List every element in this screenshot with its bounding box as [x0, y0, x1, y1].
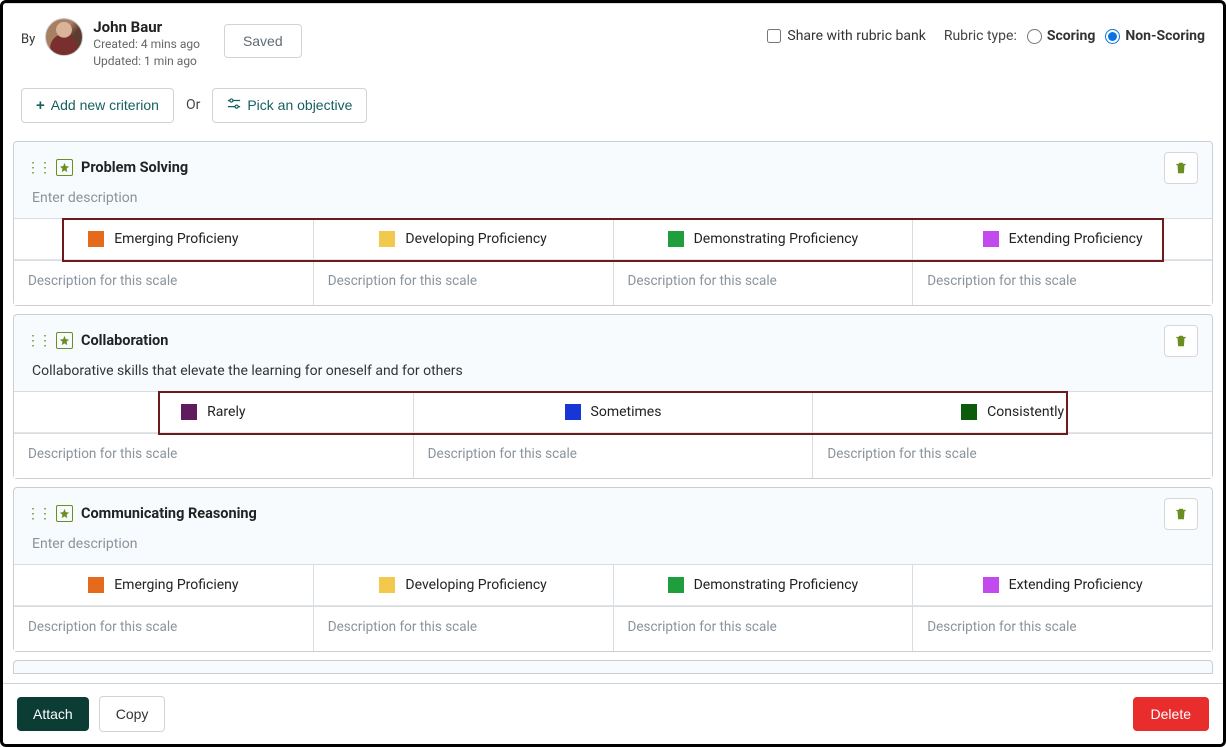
- non-scoring-label: Non-Scoring: [1125, 28, 1205, 44]
- color-swatch: [983, 231, 999, 247]
- scale-label: Rarely: [207, 404, 245, 420]
- scale-description[interactable]: Description for this scale: [614, 261, 913, 305]
- add-criterion-button[interactable]: + Add new criterion: [21, 88, 174, 123]
- criterion-description[interactable]: Enter description: [14, 530, 1212, 564]
- drag-handle-icon[interactable]: ⋮⋮: [26, 160, 50, 176]
- scale-header[interactable]: Extending Proficiency: [913, 219, 1212, 260]
- non-scoring-radio[interactable]: Non-Scoring: [1105, 28, 1205, 44]
- or-label: Or: [186, 97, 200, 113]
- criterion-card: ⋮⋮ Collaboration Collaborative skills that…: [13, 314, 1213, 479]
- color-swatch: [88, 231, 104, 247]
- scale-label: Developing Proficiency: [405, 577, 546, 593]
- scoring-label: Scoring: [1047, 28, 1096, 44]
- criterion-description[interactable]: Collaborative skills that elevate the le…: [14, 357, 1212, 391]
- plus-icon: +: [36, 97, 45, 114]
- by-label: By: [21, 32, 35, 47]
- delete-criterion-button[interactable]: [1164, 325, 1198, 357]
- criterion-title[interactable]: Collaboration: [81, 332, 168, 349]
- author-name: John Baur: [93, 18, 200, 36]
- color-swatch: [983, 577, 999, 593]
- scale-description[interactable]: Description for this scale: [14, 261, 313, 305]
- color-swatch: [379, 231, 395, 247]
- color-swatch: [88, 577, 104, 593]
- scale-description[interactable]: Description for this scale: [314, 261, 613, 305]
- copy-button[interactable]: Copy: [99, 696, 166, 732]
- color-swatch: [379, 577, 395, 593]
- color-swatch: [181, 404, 197, 420]
- criterion-card: ⋮⋮Problem SolvingEnter descriptionEmergi…: [13, 141, 1213, 306]
- add-criterion-label: Add new criterion: [51, 97, 159, 113]
- star-icon[interactable]: [56, 159, 73, 176]
- scale-header[interactable]: Emerging Proficieny: [14, 565, 313, 606]
- scale-label: Consistently: [987, 404, 1064, 420]
- scoring-radio[interactable]: Scoring: [1027, 28, 1096, 44]
- scale-description[interactable]: Description for this scale: [14, 607, 313, 651]
- scale-description[interactable]: Description for this scale: [913, 607, 1212, 651]
- pick-objective-label: Pick an objective: [247, 97, 352, 113]
- scale-header[interactable]: Developing Proficiency: [314, 219, 613, 260]
- rubric-type-label: Rubric type:: [944, 28, 1017, 44]
- scale-header[interactable]: Consistently: [813, 392, 1212, 433]
- scale-label: Demonstrating Proficiency: [694, 577, 859, 593]
- non-scoring-radio-input[interactable]: [1105, 29, 1120, 44]
- color-swatch: [668, 231, 684, 247]
- delete-button[interactable]: Delete: [1133, 697, 1209, 731]
- scale-header-row: Emerging Proficieny Developing Proficienc…: [14, 218, 1212, 260]
- scale-label: Developing Proficiency: [405, 231, 546, 247]
- scale-header-row: Emerging Proficieny Developing Proficienc…: [14, 564, 1212, 606]
- scale-label: Extending Proficiency: [1009, 577, 1143, 593]
- criterion-card: ⋮⋮ Communicating Reasoning Enter descripti…: [13, 487, 1213, 652]
- color-swatch: [668, 577, 684, 593]
- scale-label: Emerging Proficieny: [114, 577, 238, 593]
- scale-label: Demonstrating Proficiency: [694, 231, 859, 247]
- criterion-title[interactable]: Communicating Reasoning: [81, 505, 257, 522]
- saved-button[interactable]: Saved: [224, 24, 302, 58]
- scale-header[interactable]: Extending Proficiency: [913, 565, 1212, 606]
- scale-description[interactable]: Description for this scale: [614, 607, 913, 651]
- scale-description[interactable]: Description for this scale: [314, 607, 613, 651]
- share-rubric-checkbox[interactable]: Share with rubric bank: [767, 28, 925, 44]
- scoring-radio-input[interactable]: [1027, 29, 1042, 44]
- attach-button[interactable]: Attach: [17, 697, 89, 731]
- scale-label: Emerging Proficieny: [114, 231, 238, 247]
- star-icon[interactable]: [56, 505, 73, 522]
- color-swatch: [961, 404, 977, 420]
- scale-header[interactable]: Rarely: [14, 392, 413, 433]
- avatar: [45, 18, 83, 56]
- scale-header[interactable]: Emerging Proficieny: [14, 219, 313, 260]
- star-icon[interactable]: [56, 332, 73, 349]
- criterion-title[interactable]: Problem Solving: [81, 159, 188, 176]
- criterion-description[interactable]: Enter description: [14, 184, 1212, 218]
- created-time: Created: 4 mins ago: [93, 36, 200, 53]
- drag-handle-icon[interactable]: ⋮⋮: [26, 333, 50, 349]
- sliders-icon: [227, 97, 241, 114]
- delete-criterion-button[interactable]: [1164, 498, 1198, 530]
- delete-criterion-button[interactable]: [1164, 152, 1198, 184]
- scale-label: Sometimes: [591, 404, 662, 420]
- scale-header[interactable]: Sometimes: [414, 392, 813, 433]
- share-checkbox-input[interactable]: [767, 29, 781, 43]
- drag-handle-icon[interactable]: ⋮⋮: [26, 506, 50, 522]
- scale-description[interactable]: Description for this scale: [813, 434, 1212, 478]
- scale-description[interactable]: Description for this scale: [414, 434, 813, 478]
- pick-objective-button[interactable]: Pick an objective: [212, 88, 367, 123]
- scale-header[interactable]: Developing Proficiency: [314, 565, 613, 606]
- scale-header-row: Rarely Sometimes Consistently: [14, 391, 1212, 433]
- scale-description[interactable]: Description for this scale: [14, 434, 413, 478]
- color-swatch: [565, 404, 581, 420]
- scale-header[interactable]: Demonstrating Proficiency: [614, 565, 913, 606]
- criterion-card: [13, 660, 1213, 674]
- scale-description[interactable]: Description for this scale: [913, 261, 1212, 305]
- share-label: Share with rubric bank: [787, 28, 925, 44]
- scale-header[interactable]: Demonstrating Proficiency: [614, 219, 913, 260]
- updated-time: Updated: 1 min ago: [93, 53, 200, 70]
- scale-label: Extending Proficiency: [1009, 231, 1143, 247]
